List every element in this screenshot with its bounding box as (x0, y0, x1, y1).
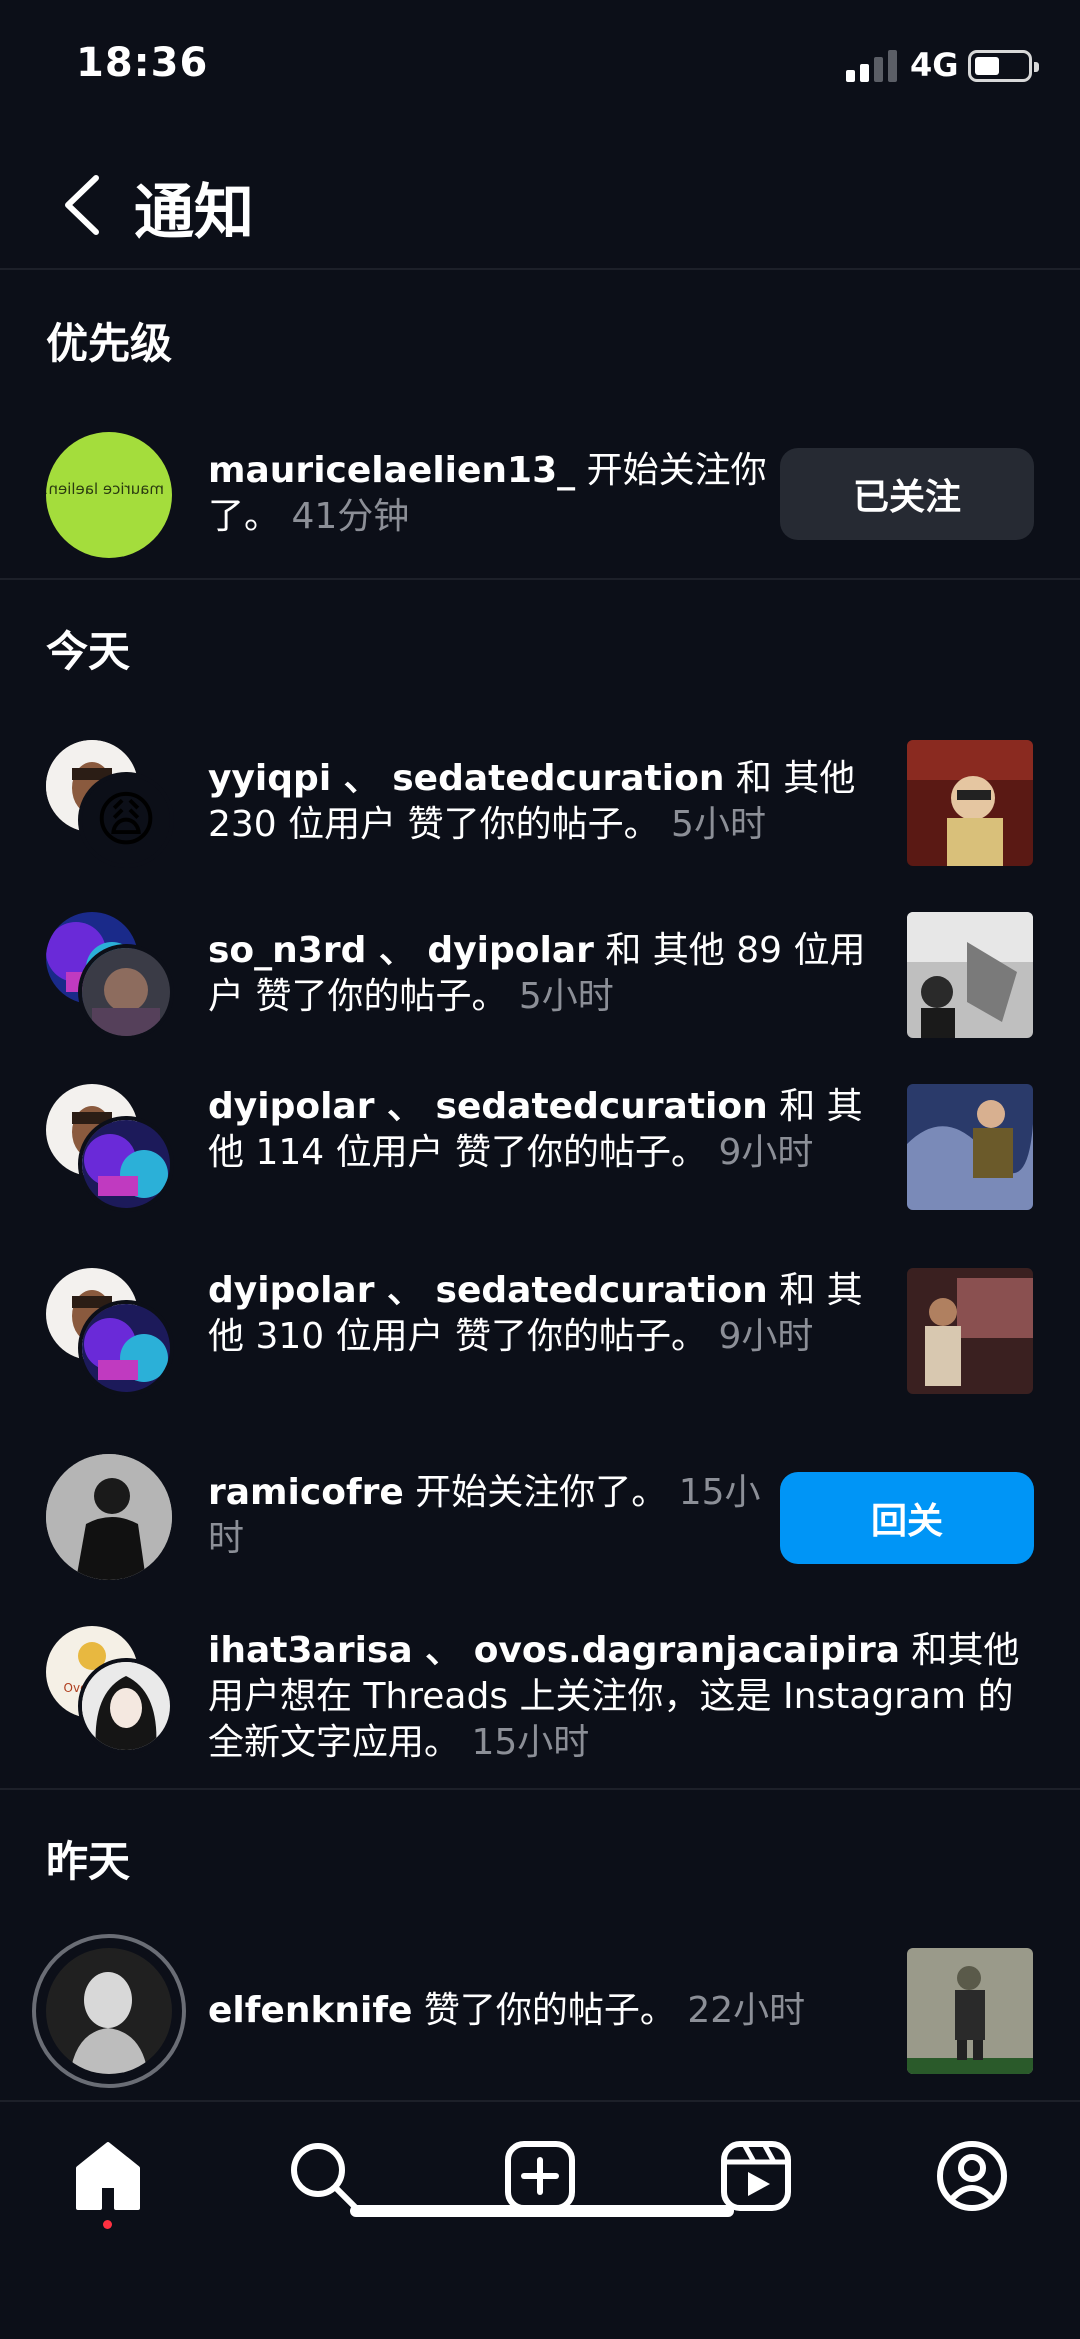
section-title-today: 今天 (46, 627, 131, 676)
timestamp: 41分钟 (291, 496, 410, 537)
notification-dot (103, 2220, 112, 2229)
avatar[interactable] (78, 1300, 174, 1396)
notification-text: elfenknife 赞了你的帖子。 22小时 (208, 1990, 806, 2031)
post-thumbnail[interactable] (907, 1084, 1033, 1210)
username[interactable]: mauricelaelien13_ (208, 450, 575, 491)
emoji-avatar[interactable]: 😩 (78, 772, 174, 868)
status-time: 18:36 (76, 40, 209, 86)
divider (0, 1788, 1080, 1790)
bottom-navigation (0, 2100, 1080, 2339)
emoji-icon: 😩 (95, 785, 158, 855)
avatar[interactable] (46, 1948, 172, 2074)
section-title-priority: 优先级 (46, 319, 173, 368)
timestamp: 5小时 (671, 804, 766, 845)
create-icon[interactable] (502, 2138, 578, 2214)
post-thumbnail[interactable] (907, 912, 1033, 1038)
username[interactable]: yyiqpi 、 sedatedcuration (208, 758, 724, 799)
notification-text: yyiqpi 、 sedatedcuration 和 其他 230 位用户 赞了… (208, 758, 856, 845)
notification-text: ihat3arisa 、 ovos.dagranjacaipira 和其他用户想… (208, 1630, 1020, 1763)
avatar[interactable] (78, 944, 174, 1040)
home-indicator (350, 2205, 734, 2217)
back-arrow-icon[interactable] (56, 170, 116, 240)
header: 通知 (0, 140, 1080, 270)
notification-text: dyipolar 、 sedatedcuration 和 其他 114 位用户 … (208, 1086, 863, 1173)
profile-icon[interactable] (934, 2138, 1010, 2214)
notification-text: dyipolar 、 sedatedcuration 和 其他 310 位用户 … (208, 1270, 863, 1357)
home-icon[interactable] (70, 2138, 146, 2214)
follow-back-button[interactable]: 回关 (780, 1472, 1034, 1564)
status-bar: 18:36 4G (0, 0, 1080, 130)
notification-text: so_n3rd 、 dyipolar 和 其他 89 位用户 赞了你的帖子。 5… (208, 930, 866, 1017)
avatar[interactable] (46, 1454, 172, 1580)
notification-text: mauricelaelien13_ 开始关注你了。 41分钟 (208, 450, 767, 537)
username[interactable]: so_n3rd 、 dyipolar (208, 930, 594, 971)
following-button[interactable]: 已关注 (780, 448, 1034, 540)
avatar[interactable]: maurice laelien13 (46, 432, 172, 558)
username[interactable]: ihat3arisa 、 ovos.dagranjacaipira (208, 1630, 900, 1671)
post-thumbnail[interactable] (907, 1948, 1033, 2074)
username[interactable]: elfenknife (208, 1990, 412, 2031)
timestamp: 9小时 (718, 1316, 814, 1357)
timestamp: 5小时 (518, 976, 614, 1017)
page-title: 通知 (134, 178, 254, 248)
timestamp: 9小时 (718, 1132, 814, 1173)
username[interactable]: dyipolar 、 sedatedcuration (208, 1086, 768, 1127)
signal-icon (846, 48, 898, 82)
username[interactable]: dyipolar 、 sedatedcuration (208, 1270, 768, 1311)
divider (0, 578, 1080, 580)
avatar[interactable] (78, 1116, 174, 1212)
post-thumbnail[interactable] (907, 740, 1033, 866)
search-icon[interactable] (286, 2138, 362, 2214)
username[interactable]: ramicofre (208, 1472, 404, 1513)
battery-icon (968, 50, 1039, 82)
avatar-logo-text: maurice laelien13 (46, 480, 164, 498)
timestamp: 15小时 (471, 1722, 590, 1763)
timestamp: 22小时 (687, 1990, 806, 2031)
network-label: 4G (910, 46, 959, 84)
post-thumbnail[interactable] (907, 1268, 1033, 1394)
avatar[interactable] (78, 1658, 174, 1754)
notification-text: ramicofre 开始关注你了。 15小时 (208, 1472, 761, 1559)
reels-icon[interactable] (718, 2138, 794, 2214)
section-title-yesterday: 昨天 (46, 1837, 131, 1886)
